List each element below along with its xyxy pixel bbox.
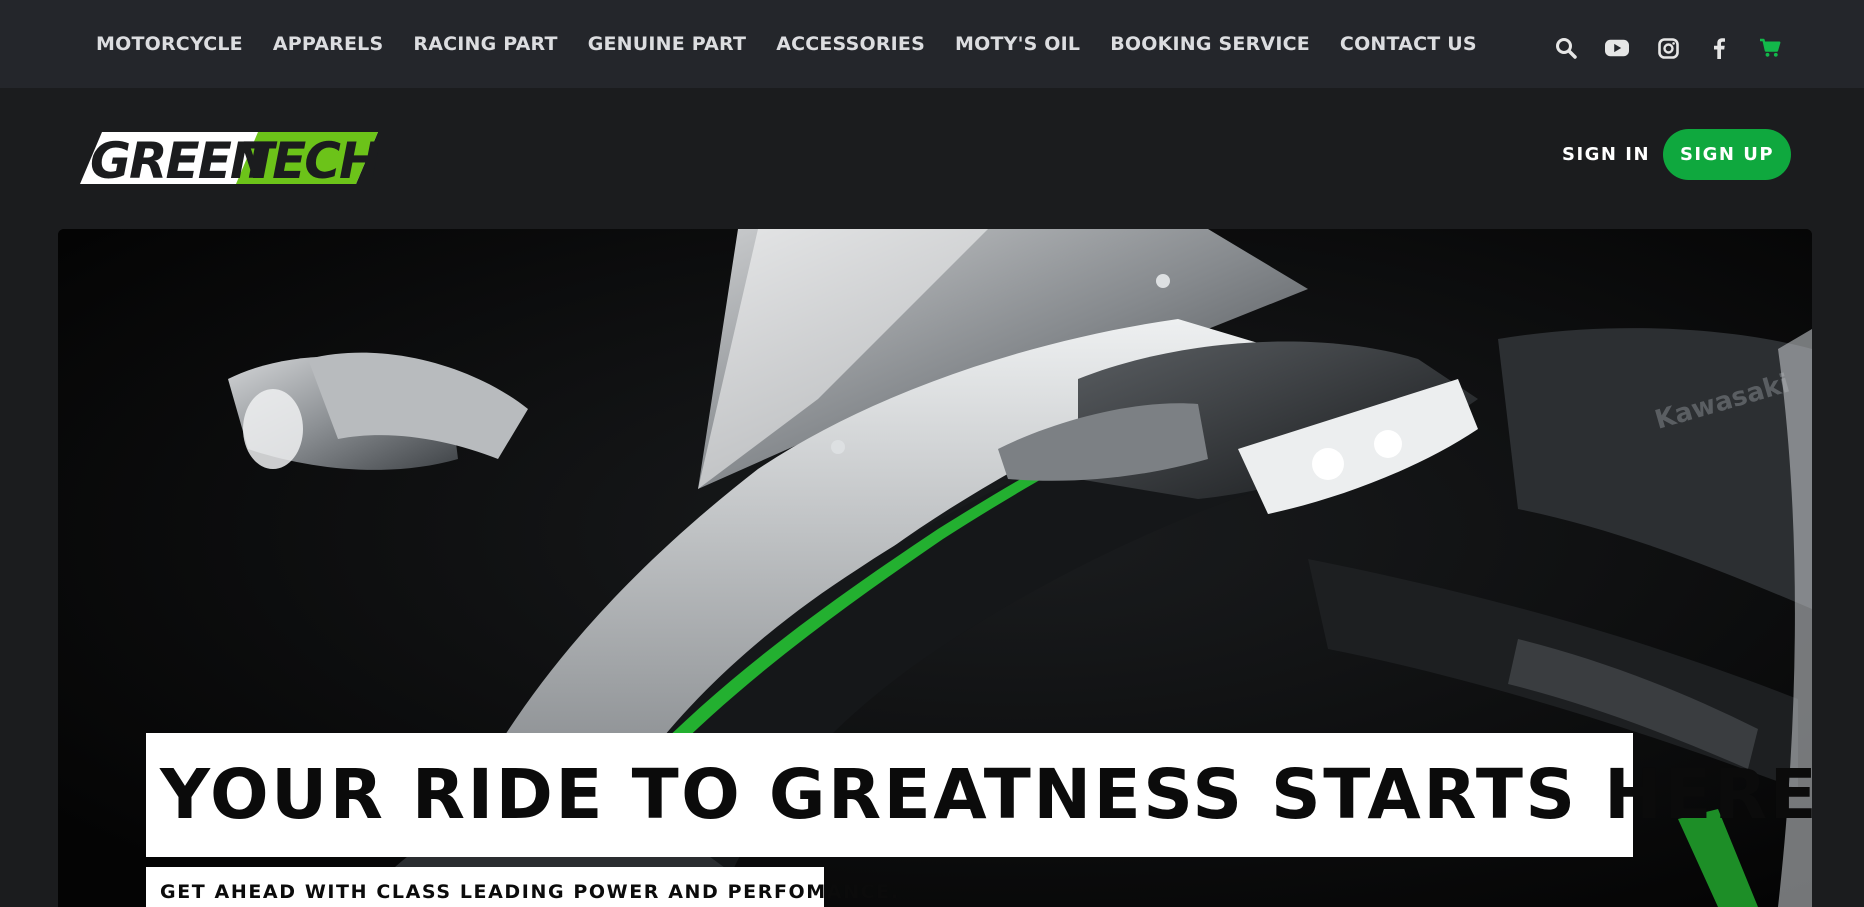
nav-item-racing-part[interactable]: RACING PART: [413, 33, 557, 55]
instagram-icon[interactable]: [1656, 36, 1680, 60]
nav-item-apparels[interactable]: APPARELS: [273, 33, 384, 55]
facebook-icon[interactable]: [1707, 36, 1731, 60]
hero-headline: YOUR RIDE TO GREATNESS STARTS HERE: [160, 755, 1812, 835]
nav-item-contact-us[interactable]: CONTACT US: [1340, 33, 1477, 55]
logo-text-tech: TECH: [240, 132, 380, 184]
greentech-logo[interactable]: GREEN TECH: [80, 132, 382, 190]
hero-subline: GET AHEAD WITH CLASS LEADING POWER AND P…: [160, 881, 900, 903]
sign-up-label: SIGN UP: [1679, 144, 1775, 165]
hero-headline-box: YOUR RIDE TO GREATNESS STARTS HERE: [146, 733, 1812, 857]
nav-item-accessories[interactable]: ACCESSORIES: [776, 33, 925, 55]
sign-in-link[interactable]: SIGN IN: [1562, 144, 1650, 165]
cart-icon[interactable]: [1758, 36, 1782, 60]
youtube-icon[interactable]: [1605, 36, 1629, 60]
header-icons: [1527, 36, 1782, 60]
nav-item-booking-service[interactable]: BOOKING SERVICE: [1110, 33, 1310, 55]
nav-item-motys-oil[interactable]: MOTY'S OIL: [955, 33, 1080, 55]
main-menu: MOTORCYCLE APPARELS RACING PART GENUINE …: [96, 33, 1507, 55]
search-icon[interactable]: [1554, 36, 1578, 60]
nav-item-motorcycle[interactable]: MOTORCYCLE: [96, 33, 243, 55]
sign-up-button[interactable]: SIGN UP: [1663, 129, 1791, 180]
top-navigation-bar: MOTORCYCLE APPARELS RACING PART GENUINE …: [0, 0, 1864, 88]
hero-subline-box: GET AHEAD WITH CLASS LEADING POWER AND P…: [146, 867, 898, 907]
nav-item-genuine-part[interactable]: GENUINE PART: [588, 33, 747, 55]
hero-banner: Kawasaki YOUR RIDE TO GREATNESS STARTS H…: [58, 229, 1812, 907]
